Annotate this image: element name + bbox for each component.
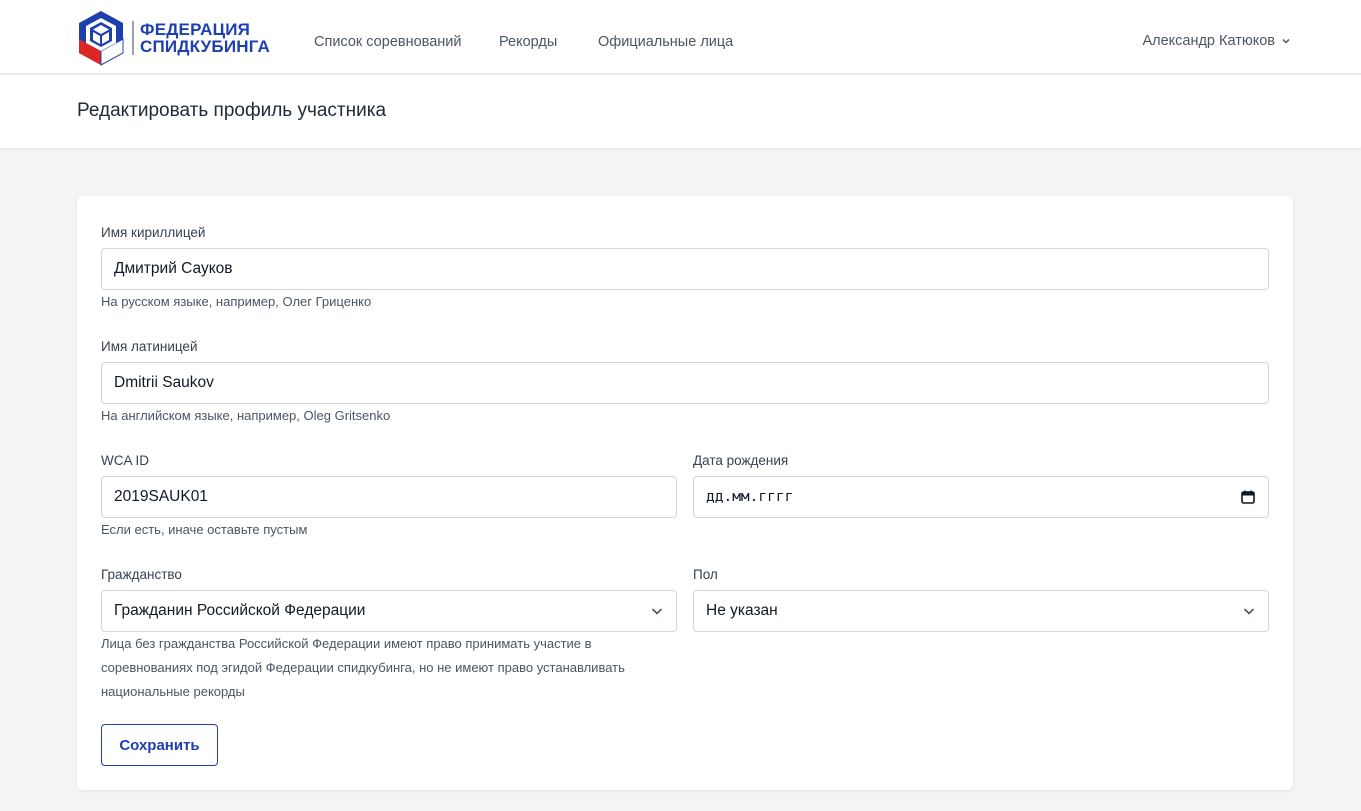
name-latin-hint: На английском языке, например, Oleg Grit…	[101, 408, 391, 423]
citizenship-hint-line-2: соревнованиях под эгидой Федерации спидк…	[101, 660, 625, 675]
wca-id-hint: Если есть, иначе оставьте пустым	[101, 522, 308, 537]
user-menu[interactable]: Александр Катюков	[1142, 33, 1291, 49]
gender-selected-value: Не указан	[706, 602, 778, 619]
citizenship-hint-line-1: Лица без гражданства Российской Федераци…	[101, 636, 592, 651]
name-cyrillic-hint: На русском языке, например, Олег Гриценк…	[101, 294, 372, 309]
name-cyrillic-input[interactable]	[114, 260, 1256, 278]
page-header: Редактировать профиль участника	[0, 75, 1361, 148]
birth-date-placeholder: дд.мм.гггг	[706, 489, 794, 505]
navbar: ФЕДЕРАЦИЯ СПИДКУБИНГА Список соревновани…	[0, 0, 1361, 74]
citizenship-hint-line-3: национальные рекорды	[101, 684, 245, 699]
page-title: Редактировать профиль участника	[77, 100, 387, 121]
profile-form-card: Имя кириллицей На русском языке, наприме…	[77, 196, 1293, 790]
logo-divider	[132, 21, 134, 55]
wca-id-input[interactable]	[114, 488, 664, 506]
cube-logo-icon	[79, 11, 124, 66]
logo-text: ФЕДЕРАЦИЯ СПИДКУБИНГА	[140, 21, 270, 55]
citizenship-hint: Лица без гражданства Российской Федераци…	[101, 632, 691, 704]
gender-label: Пол	[693, 567, 718, 582]
citizenship-select[interactable]: Гражданин Российской Федерации	[101, 590, 677, 632]
name-cyrillic-field[interactable]	[101, 248, 1269, 290]
nav-link-officials[interactable]: Официальные лица	[598, 34, 733, 50]
nav-link-records[interactable]: Рекорды	[499, 34, 557, 50]
chevron-down-icon	[1282, 38, 1290, 44]
birth-date-label: Дата рождения	[693, 453, 789, 468]
name-latin-input[interactable]	[114, 374, 1256, 392]
logo-line-2: СПИДКУБИНГА	[140, 37, 270, 56]
federation-logo[interactable]: ФЕДЕРАЦИЯ СПИДКУБИНГА	[76, 9, 276, 67]
name-latin-label: Имя латиницей	[101, 339, 198, 354]
wca-id-field[interactable]	[101, 476, 677, 518]
name-latin-field[interactable]	[101, 362, 1269, 404]
citizenship-selected-value: Гражданин Российской Федерации	[114, 602, 366, 619]
user-name: Александр Катюков	[1142, 33, 1275, 49]
nav-link-competitions[interactable]: Список соревнований	[314, 34, 461, 50]
save-button[interactable]: Сохранить	[101, 724, 218, 766]
chevron-down-icon	[1243, 608, 1255, 615]
citizenship-label: Гражданство	[101, 567, 182, 582]
name-cyrillic-label: Имя кириллицей	[101, 225, 206, 240]
logo-line-1: ФЕДЕРАЦИЯ	[140, 20, 251, 39]
gender-select[interactable]: Не указан	[693, 590, 1269, 632]
wca-id-label: WCA ID	[101, 453, 150, 468]
calendar-icon[interactable]	[1240, 489, 1256, 505]
chevron-down-icon	[651, 608, 663, 615]
birth-date-field[interactable]: дд.мм.гггг	[693, 476, 1269, 518]
